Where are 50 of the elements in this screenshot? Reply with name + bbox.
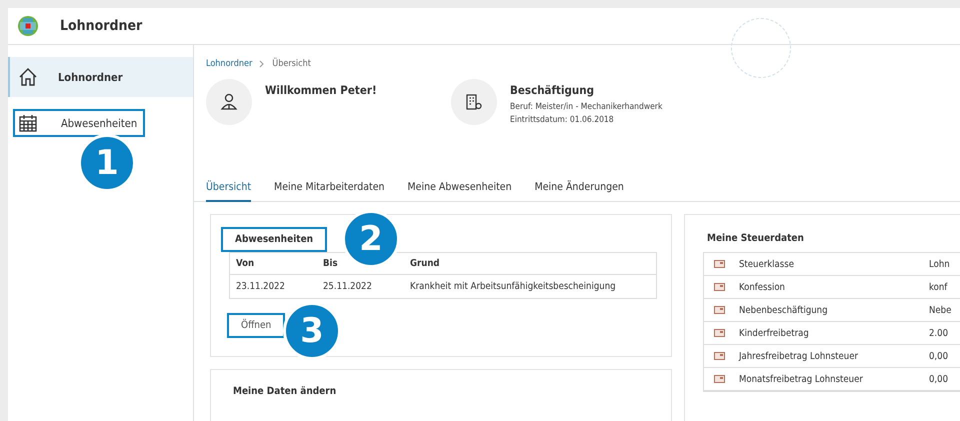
sidebar-item[interactable]: Abwesenheiten	[13, 109, 145, 137]
tax-label: Steuerklasse	[739, 258, 795, 270]
tax-label: Kinderfreibetrag	[739, 328, 810, 338]
home-icon	[18, 67, 38, 87]
employment-title: Beschäftigung	[510, 83, 596, 97]
tax-value: Nebe	[929, 304, 952, 316]
card-icon	[714, 375, 725, 383]
tab[interactable]: Meine Änderungen	[534, 179, 624, 202]
breadcrumb-item[interactable]: Lohnordner	[206, 59, 252, 69]
open-button[interactable]: Öffnen	[227, 313, 286, 338]
employment-detail: Beruf: Meister/in - Mechanikerhandwerk	[510, 101, 662, 114]
tax-label: Konfession	[739, 282, 786, 292]
tab[interactable]: Meine Abwesenheiten	[408, 179, 512, 202]
column-header: Von	[230, 252, 317, 274]
sidebar-item[interactable]: Lohnordner	[8, 57, 193, 97]
column-header: Grund	[404, 252, 656, 274]
tax-label: Nebenbeschäftigung	[739, 304, 829, 316]
tab[interactable]: Übersicht	[206, 179, 252, 202]
card-title: Abwesenheiten	[221, 227, 328, 252]
card-title: Meine Steuerdaten	[706, 233, 805, 244]
tax-value: konf	[929, 282, 948, 292]
callout-number: 1	[78, 134, 136, 192]
card-title: Meine Daten ändern	[233, 386, 338, 397]
card-icon	[714, 306, 725, 314]
person-icon	[206, 79, 252, 125]
employment-detail: Eintrittsdatum: 01.06.2018	[510, 114, 615, 127]
tax-value: Lohn	[929, 258, 950, 270]
tax-value: 0,00	[929, 374, 948, 384]
building-icon	[451, 79, 497, 125]
callout-number: 2	[342, 210, 400, 268]
table-cell: 25.11.2022	[317, 274, 404, 298]
column-header: Bis	[317, 252, 404, 274]
logo-icon	[18, 16, 38, 36]
table-cell: Krankheit mit Arbeitsunfähigkeitsbescheinigung	[404, 274, 656, 298]
app-title: Lohnordner	[60, 18, 142, 34]
calendar-icon	[18, 113, 38, 133]
welcome-title: Willkommen Peter!	[265, 83, 377, 97]
tax-value: 0,00	[929, 350, 948, 362]
card-icon	[714, 283, 725, 291]
breadcrumb-item: Übersicht	[272, 59, 311, 69]
tax-value: 2.00	[929, 328, 948, 338]
tax-label: Monatsfreibetrag Lohnsteuer	[739, 374, 864, 384]
callout-number: 3	[283, 302, 341, 360]
card-icon	[714, 329, 725, 337]
card-icon	[714, 352, 725, 360]
table-cell: 23.11.2022	[230, 274, 317, 298]
tax-label: Jahresfreibetrag Lohnsteuer	[739, 350, 859, 362]
chevron-icon	[259, 60, 266, 68]
tab[interactable]: Meine Mitarbeiterdaten	[274, 179, 385, 202]
card-icon	[714, 260, 725, 268]
